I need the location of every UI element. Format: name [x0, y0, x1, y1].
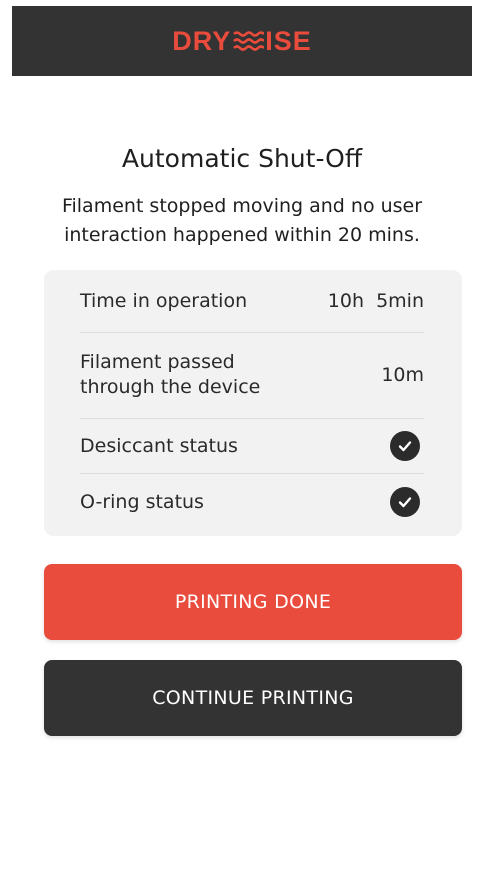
continue-printing-button[interactable]: CONTINUE PRINTING: [44, 660, 462, 736]
check-circle-icon: [390, 487, 420, 517]
stat-row-filament: Filament passed through the device 10m: [80, 332, 424, 419]
time-value: 10h 5min: [327, 290, 424, 312]
dialog-title: Automatic Shut-Off: [121, 144, 363, 173]
stat-row-desiccant: Desiccant status: [80, 419, 424, 474]
app-header: DRY ISE: [12, 6, 472, 76]
printing-done-button[interactable]: PRINTING DONE: [44, 564, 462, 640]
waves-logo-icon: [233, 31, 265, 51]
filament-value: 10m: [381, 364, 424, 386]
time-label: Time in operation: [80, 289, 248, 312]
stat-row-time: Time in operation 10h 5min: [80, 270, 424, 333]
stat-row-oring: O-ring status: [80, 474, 424, 530]
filament-label: Filament passed through the device: [80, 351, 261, 398]
check-circle-icon: [390, 431, 420, 461]
stats-card: Time in operation 10h 5min Filament pass…: [44, 270, 462, 536]
brand-logo: DRY ISE: [172, 25, 312, 56]
desiccant-label: Desiccant status: [80, 434, 238, 457]
oring-label: O-ring status: [80, 490, 204, 513]
logo-text-left: DRY: [172, 25, 232, 56]
dialog-message: Filament stopped moving and no user inte…: [61, 195, 423, 246]
logo-text-right: ISE: [265, 25, 312, 56]
